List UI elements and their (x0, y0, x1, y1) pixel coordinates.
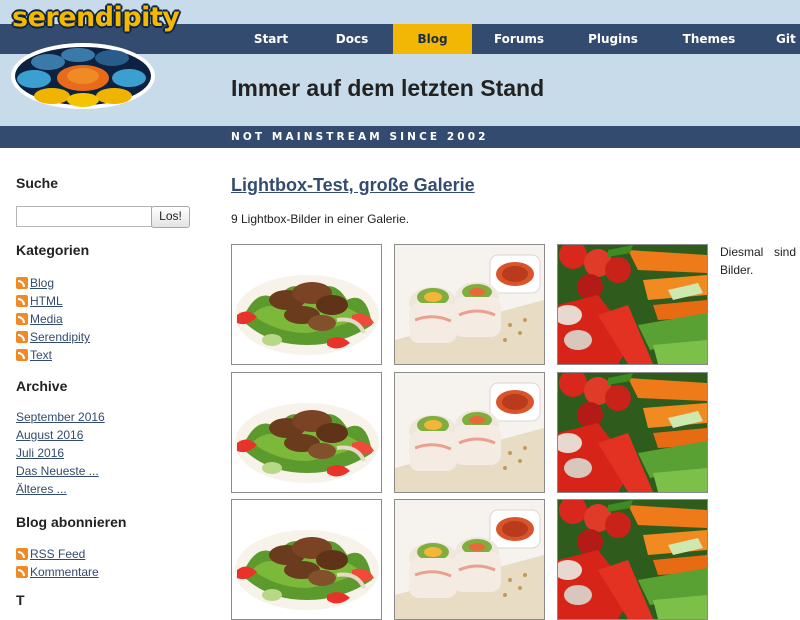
rss-icon[interactable] (16, 565, 28, 578)
rolls-image (395, 245, 544, 364)
rss-icon[interactable] (16, 294, 28, 307)
gallery-image-salad[interactable] (231, 499, 382, 620)
category-blog[interactable]: Blog (16, 275, 54, 290)
nav-themes[interactable]: Themes (660, 24, 758, 54)
archive-link[interactable]: Älteres ... (16, 482, 67, 496)
sidebar-search-title: Suche (16, 175, 59, 191)
post-title[interactable]: Lightbox-Test, große Galerie (231, 175, 475, 196)
archive-link[interactable]: Juli 2016 (16, 446, 64, 460)
nav-blog[interactable]: Blog (393, 24, 472, 54)
sidebar-next-title: T (16, 592, 25, 608)
gallery-image-vegetables[interactable] (557, 372, 708, 493)
gallery-image-salad[interactable] (231, 372, 382, 493)
rss-icon[interactable] (16, 330, 28, 343)
gallery-image-rolls[interactable] (394, 372, 545, 493)
category-media[interactable]: Media (16, 311, 63, 326)
search-input[interactable] (16, 206, 152, 227)
serendipity-flower-logo[interactable] (8, 38, 158, 112)
subscribe-comments[interactable]: Kommentare (16, 564, 99, 579)
archive-link[interactable]: September 2016 (16, 410, 105, 424)
search-button[interactable]: Los! (151, 206, 190, 228)
category-text[interactable]: Text (16, 347, 52, 362)
slogan-bar: NOT MAINSTREAM SINCE 2002 (0, 126, 800, 148)
rolls-image (395, 373, 544, 492)
subscribe-rss-feed[interactable]: RSS Feed (16, 546, 85, 561)
salad-image (232, 245, 381, 364)
sidebar-subscribe-title: Blog abonnieren (16, 514, 127, 530)
nav-forums[interactable]: Forums (472, 24, 566, 54)
post-body-text: Diesmal sind Bilder. (720, 245, 796, 277)
category-html[interactable]: HTML (16, 293, 63, 308)
rss-icon[interactable] (16, 547, 28, 560)
vegetables-image (558, 245, 707, 364)
nav-docs[interactable]: Docs (311, 24, 393, 54)
vegetables-image (558, 500, 707, 619)
vegetables-image (558, 373, 707, 492)
rss-icon[interactable] (16, 348, 28, 361)
gallery-image-vegetables[interactable] (557, 499, 708, 620)
page-tagline: Immer auf dem letzten Stand (231, 75, 545, 101)
salad-image (232, 373, 381, 492)
salad-image (232, 500, 381, 619)
nav-plugins[interactable]: Plugins (566, 24, 660, 54)
nav-git[interactable]: Git (776, 24, 800, 54)
post-subtitle: 9 Lightbox-Bilder in einer Galerie. (231, 212, 410, 226)
logo-text[interactable]: serendipity (12, 2, 180, 33)
gallery-image-salad[interactable] (231, 244, 382, 365)
category-serendipity[interactable]: Serendipity (16, 329, 90, 344)
archive-link[interactable]: Das Neueste ... (16, 464, 99, 478)
gallery-image-rolls[interactable] (394, 244, 545, 365)
sidebar-categories-title: Kategorien (16, 242, 90, 258)
rss-icon[interactable] (16, 312, 28, 325)
nav-start[interactable]: Start (231, 24, 311, 54)
gallery-image-rolls[interactable] (394, 499, 545, 620)
rss-icon[interactable] (16, 276, 28, 289)
archive-link[interactable]: August 2016 (16, 428, 83, 442)
gallery-image-vegetables[interactable] (557, 244, 708, 365)
slogan-text: NOT MAINSTREAM SINCE 2002 (231, 131, 489, 143)
rolls-image (395, 500, 544, 619)
sidebar-archive-title: Archive (16, 378, 68, 394)
